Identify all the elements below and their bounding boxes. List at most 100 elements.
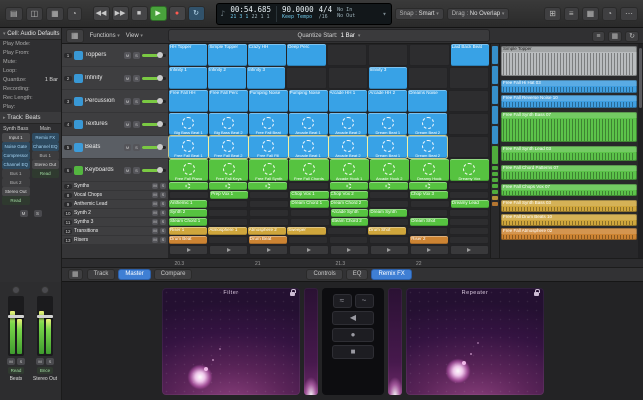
- loop-cell-dream-shot[interactable]: Dream Shot: [410, 218, 448, 226]
- loop-cell-hh-topper[interactable]: HH Topper: [169, 44, 207, 66]
- loop-cell-infinity-1[interactable]: Infinity 1: [169, 67, 207, 89]
- mute-button[interactable]: M: [124, 52, 131, 59]
- toolbar-icon-2[interactable]: ▦: [46, 7, 64, 21]
- solo-button[interactable]: S: [17, 358, 25, 365]
- scene-trigger-3[interactable]: [249, 245, 288, 255]
- empty-cell[interactable]: [249, 209, 289, 217]
- loop-cell-free-fall-piano[interactable]: Free Fall Piano: [169, 159, 208, 181]
- mute-button[interactable]: M: [36, 358, 44, 365]
- snap-dropdown[interactable]: Snap : Smart ▾: [395, 8, 444, 20]
- region-free-fall-atmosphere-02[interactable]: Free Fall Atmosphere 02: [501, 228, 637, 240]
- loop-cell-riser-1[interactable]: Riser 1: [169, 227, 207, 235]
- solo-button[interactable]: S: [160, 228, 166, 234]
- track-header-synths-3[interactable]: 11Synths 3MS: [62, 218, 168, 226]
- volume-knob[interactable]: [157, 75, 163, 81]
- play-button[interactable]: ▶: [150, 6, 167, 21]
- track-header-infinity[interactable]: 2InfinityMS: [62, 67, 168, 89]
- loop-cell-synths-5[interactable]: [330, 182, 369, 190]
- solo-button[interactable]: S: [133, 144, 140, 151]
- loop-cell-synth-2[interactable]: Synth 2: [169, 209, 207, 217]
- vertical-scrollbar[interactable]: [638, 44, 643, 258]
- track-header-beats[interactable]: 5BeatsMS: [62, 136, 168, 158]
- loop-cell-drum-beat[interactable]: Drum Beat: [249, 236, 287, 244]
- scene-trigger-7[interactable]: [410, 245, 449, 255]
- loop-cell-free-fall-fill[interactable]: Free Fall Fill: [249, 136, 288, 158]
- cell-param-recording[interactable]: Recording:: [0, 85, 61, 94]
- region-simple-topper[interactable]: Simple Topper: [501, 46, 637, 76]
- scrollbar-thumb[interactable]: [639, 48, 642, 108]
- remix-console-button-4[interactable]: ■: [332, 345, 374, 359]
- empty-cell[interactable]: [449, 236, 489, 244]
- strip-slot-bus-1[interactable]: Bus 1: [2, 169, 30, 178]
- empty-cell[interactable]: [410, 200, 450, 208]
- strip-slot-read[interactable]: Read: [32, 169, 60, 178]
- fader-handle[interactable]: [8, 315, 24, 318]
- cell-param-quantize[interactable]: Quantize:1 Bar: [0, 76, 61, 85]
- loop-cell-infinity-3[interactable]: Infinity 3: [247, 67, 285, 89]
- cell-param-loop[interactable]: Loop:: [0, 67, 61, 76]
- filter-xy-pad[interactable]: Filter: [162, 288, 300, 395]
- region-free-fall-hi-hat-03[interactable]: Free Fall Hi Hat 03: [501, 80, 637, 93]
- solo-button[interactable]: S: [160, 210, 166, 216]
- toolbar-icon-0[interactable]: ⊞: [544, 7, 561, 21]
- strip-slot-input-1[interactable]: Input 1: [2, 133, 30, 142]
- scene-trigger-8[interactable]: [450, 245, 489, 255]
- empty-cell[interactable]: [409, 44, 449, 66]
- track-header-toppers[interactable]: 1ToppersMS: [62, 44, 168, 66]
- toolbar-icon-4[interactable]: ⋯: [620, 7, 638, 21]
- grid-toolbar-icon-1[interactable]: ▦: [608, 31, 623, 42]
- repeater-xy-pad[interactable]: Repeater: [406, 288, 544, 395]
- scene-trigger-6[interactable]: [370, 245, 409, 255]
- editor-grid-icon[interactable]: ▦: [68, 269, 83, 280]
- track-header-anthemic-lead[interactable]: 9Anthemic LeadMS: [62, 200, 168, 208]
- mute-button[interactable]: M: [124, 121, 131, 128]
- volume-slider[interactable]: [142, 100, 166, 103]
- volume-slider[interactable]: [142, 123, 166, 126]
- loop-cell-free-fall-beat-1[interactable]: Free Fall Beat 1: [169, 136, 208, 158]
- solo-button[interactable]: S: [160, 237, 166, 243]
- automation-mode-button[interactable]: Read: [8, 367, 25, 374]
- strip-slot-stereo-out[interactable]: Stereo Out: [2, 187, 30, 196]
- strip-slot-read[interactable]: Read: [2, 196, 30, 205]
- loop-cell-free-fall-perc[interactable]: Free Fall Perc: [209, 90, 248, 112]
- loop-cell-synths-2[interactable]: [209, 182, 248, 190]
- empty-cell[interactable]: [449, 67, 489, 89]
- loop-cell-synths-1[interactable]: [169, 182, 208, 190]
- track-header-vocal-chops[interactable]: 8Vocal ChopsMS: [62, 191, 168, 199]
- scene-trigger-2[interactable]: [209, 245, 248, 255]
- record-button[interactable]: ●: [169, 6, 186, 21]
- loop-cell-arcade-hh-2[interactable]: Arcade HH 2: [368, 90, 407, 112]
- empty-cell[interactable]: [288, 236, 328, 244]
- loop-cell-free-fall-beat[interactable]: Free Fall Beat: [249, 113, 288, 135]
- track-header-percussion[interactable]: 3PercussionMS: [62, 90, 168, 112]
- tab-track[interactable]: Track: [87, 269, 116, 280]
- track-header-synth-2[interactable]: 10Synth 2MS: [62, 209, 168, 217]
- solo-button[interactable]: S: [160, 183, 166, 189]
- empty-cell[interactable]: [208, 200, 248, 208]
- strip-slot-channel-eq[interactable]: Channel EQ: [32, 142, 60, 151]
- loop-cell-chop-vox-3[interactable]: Chop Vox 3: [410, 191, 448, 199]
- volume-knob[interactable]: [157, 52, 163, 58]
- empty-cell[interactable]: [448, 136, 489, 158]
- cycle-button[interactable]: ↻: [188, 6, 205, 21]
- mute-button[interactable]: M: [124, 98, 131, 105]
- remix-console-button-2[interactable]: ◀: [332, 311, 374, 325]
- loop-cell-big-bass-beat-2[interactable]: Big Bass Beat 2: [209, 113, 248, 135]
- mute-button[interactable]: M: [152, 237, 158, 243]
- fx-slider-left[interactable]: [304, 288, 318, 395]
- loop-cell-dream-chord-2[interactable]: Dream Chord 2: [330, 200, 368, 208]
- loop-cell-arcade-hook-1[interactable]: Arcade Hook 1: [330, 159, 369, 181]
- grid-toolbar-icon-2[interactable]: ↻: [625, 31, 639, 42]
- forward-button[interactable]: ▶▶: [112, 6, 129, 21]
- mute-button[interactable]: M: [152, 192, 158, 198]
- tab-compare[interactable]: Compare: [154, 269, 193, 280]
- solo-button[interactable]: S: [133, 75, 140, 82]
- cell-param-play[interactable]: Play:: [0, 103, 61, 112]
- empty-cell[interactable]: [449, 209, 489, 217]
- scene-trigger-4[interactable]: [289, 245, 328, 255]
- track-header-risers[interactable]: 13RisersMS: [62, 236, 168, 244]
- empty-cell[interactable]: [449, 191, 489, 199]
- toolbar-icon-3[interactable]: ◔: [602, 7, 617, 21]
- strip-slot-bus-2[interactable]: Bus 2: [2, 178, 30, 187]
- strip-slot-remix-fx[interactable]: Remix FX: [32, 133, 60, 142]
